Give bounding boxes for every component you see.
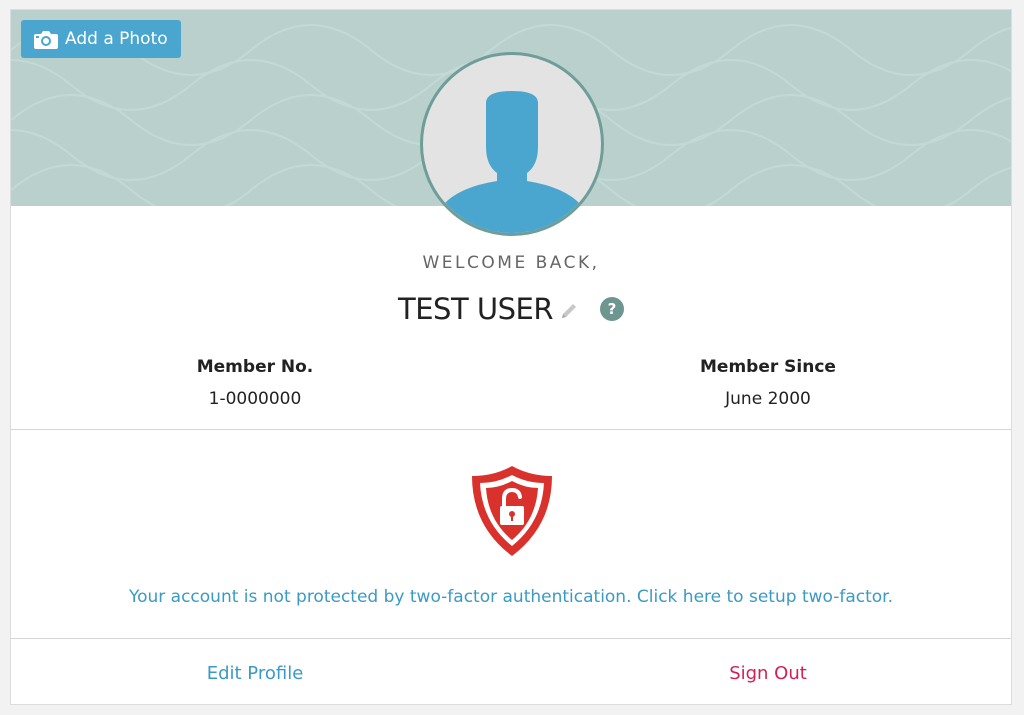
member-since-value: June 2000 <box>725 389 811 409</box>
two-factor-setup-link[interactable]: Your account is not protected by two-fac… <box>11 587 1011 607</box>
user-name: TEST USER <box>398 292 554 326</box>
unlocked-shield-icon <box>470 464 554 558</box>
edit-name-pencil-icon[interactable] <box>559 301 579 321</box>
user-name-row: TEST USER ? <box>11 292 1011 326</box>
member-since-label: Member Since <box>700 357 836 377</box>
member-number: Member No. 1-0000000 <box>135 357 375 409</box>
profile-card: Add a Photo WELCOME BACK, TEST USER ? Me… <box>10 9 1012 705</box>
member-number-label: Member No. <box>196 357 314 377</box>
member-number-value: 1-0000000 <box>208 389 302 409</box>
help-icon[interactable]: ? <box>600 297 624 321</box>
sign-out-link[interactable]: Sign Out <box>648 663 888 684</box>
member-since: Member Since June 2000 <box>648 357 888 409</box>
avatar[interactable] <box>420 52 604 236</box>
user-silhouette-icon <box>441 91 583 233</box>
edit-profile-link[interactable]: Edit Profile <box>135 663 375 684</box>
camera-icon <box>34 30 58 49</box>
add-photo-label: Add a Photo <box>65 29 168 49</box>
divider <box>11 638 1011 639</box>
add-photo-button[interactable]: Add a Photo <box>21 20 181 58</box>
welcome-text: WELCOME BACK, <box>422 253 600 273</box>
divider <box>11 429 1011 430</box>
